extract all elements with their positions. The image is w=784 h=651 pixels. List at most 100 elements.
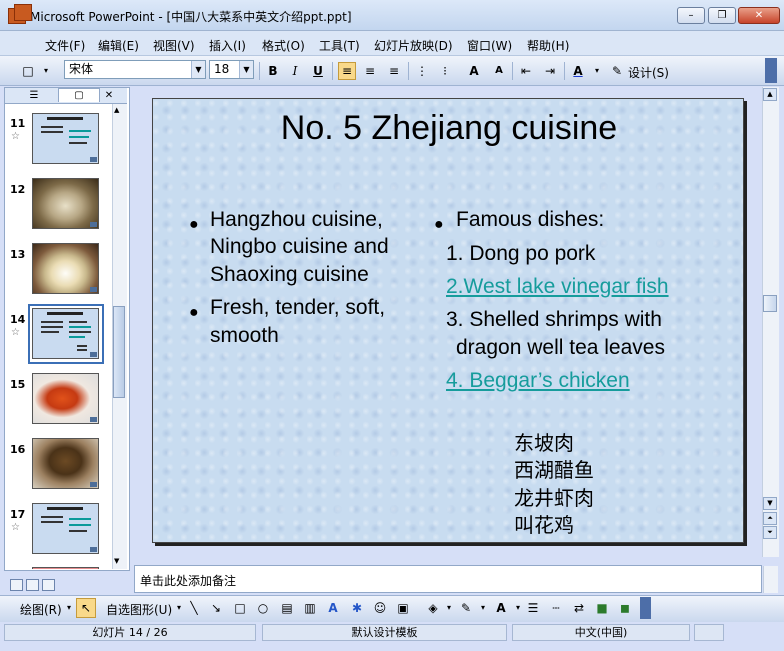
menu-insert[interactable]: 插入(I)	[209, 37, 246, 54]
font-color-icon[interactable]: A	[570, 63, 586, 79]
menu-edit[interactable]: 编辑(E)	[98, 37, 139, 54]
document-icon[interactable]	[14, 4, 32, 21]
new-document-icon[interactable]: □	[20, 63, 36, 79]
bullet-text-line[interactable]: Shaoxing cuisine	[210, 261, 369, 288]
slide-title[interactable]: No. 5 Zhejiang cuisine	[153, 109, 745, 148]
slide-thumbnail-18[interactable]	[32, 567, 99, 569]
slides-panel-scroll-thumb[interactable]	[113, 306, 125, 398]
chevron-down-icon[interactable]: ▾	[510, 600, 526, 616]
rectangle-tool-icon[interactable]: □	[232, 600, 248, 616]
dish-item[interactable]: 1. Dong po pork	[446, 240, 595, 267]
toolbar-options-icon[interactable]: ▾	[38, 63, 54, 79]
align-right-icon[interactable]: ≡	[386, 63, 402, 79]
align-center-icon[interactable]: ≡	[362, 63, 378, 79]
slide-thumbnail-12[interactable]	[32, 178, 99, 229]
design-icon[interactable]: ✎	[609, 63, 625, 79]
design-button-label[interactable]: 设计(S)	[628, 64, 669, 81]
underline-button[interactable]: U	[310, 63, 326, 79]
arrow-tool-icon[interactable]: ↘	[208, 600, 224, 616]
bullet-text-line[interactable]: Hangzhou cuisine,	[210, 206, 383, 233]
increase-font-size-icon[interactable]: A	[466, 63, 482, 79]
previous-slide-icon[interactable]: ⏶	[763, 512, 777, 525]
scroll-down-icon[interactable]: ▼	[114, 557, 119, 565]
diagram-icon[interactable]: ✱	[349, 600, 365, 616]
font-name-combo[interactable]: 宋体 ▼	[64, 60, 206, 79]
fill-color-icon[interactable]: ◈	[425, 600, 441, 616]
bullet-text-line[interactable]: Ningbo cuisine and	[210, 233, 389, 260]
notes-placeholder[interactable]: 单击此处添加备注	[140, 572, 236, 589]
slide-thumbnail-15[interactable]	[32, 373, 99, 424]
scroll-up-icon[interactable]: ▲	[114, 106, 119, 114]
decrease-font-size-icon[interactable]: A	[491, 63, 507, 79]
clip-art-icon[interactable]: ☺	[372, 600, 388, 616]
restore-button[interactable]: ❐	[708, 7, 736, 24]
3d-style-icon[interactable]: ◼	[617, 600, 633, 616]
slide-thumbnail-16[interactable]	[32, 438, 99, 489]
shadow-style-icon[interactable]: ■	[594, 600, 610, 616]
arrow-style-icon[interactable]: ⇄	[571, 600, 587, 616]
chinese-dish-name[interactable]: 龙井虾肉	[514, 485, 594, 512]
oval-tool-icon[interactable]: ○	[255, 600, 271, 616]
chevron-down-icon[interactable]: ▼	[239, 61, 253, 78]
notes-scrollbar[interactable]	[763, 566, 778, 593]
slide-thumbnail-13[interactable]	[32, 243, 99, 294]
font-color-icon[interactable]: A	[493, 600, 509, 616]
toolbar-overflow-button[interactable]	[640, 597, 651, 619]
dish-item-continuation[interactable]: dragon well tea leaves	[456, 334, 665, 361]
chevron-down-icon[interactable]: ▾	[589, 63, 605, 79]
increase-indent-icon[interactable]: ⇥	[542, 63, 558, 79]
numbering-icon[interactable]: ⋮	[414, 63, 430, 79]
chinese-dish-name[interactable]: 东坡肉	[514, 430, 574, 457]
slide-sorter-view-icon[interactable]	[26, 579, 39, 591]
menu-slideshow[interactable]: 幻灯片放映(D)	[374, 37, 453, 54]
font-size-combo[interactable]: 18 ▼	[209, 60, 254, 79]
vertical-text-box-icon[interactable]: ▥	[302, 600, 318, 616]
current-slide[interactable]: No. 5 Zhejiang cuisine ● Hangzhou cuisin…	[152, 98, 744, 543]
chinese-dish-name[interactable]: 西湖醋鱼	[514, 457, 594, 484]
menu-window[interactable]: 窗口(W)	[467, 37, 512, 54]
slide-thumbnail-14[interactable]	[32, 308, 99, 359]
dish-item[interactable]: 3. Shelled shrimps with	[446, 306, 662, 333]
menu-help[interactable]: 帮助(H)	[527, 37, 569, 54]
close-button[interactable]: ✕	[738, 7, 780, 24]
slide-thumbnail-11[interactable]	[32, 113, 99, 164]
next-slide-icon[interactable]: ⏷	[763, 526, 777, 539]
select-objects-icon[interactable]: ↖	[76, 598, 96, 618]
line-style-icon[interactable]: ☰	[525, 600, 541, 616]
insert-picture-icon[interactable]: ▣	[395, 600, 411, 616]
autoshapes-menu-button[interactable]: 自选图形(U)	[106, 601, 172, 618]
line-tool-icon[interactable]: ╲	[186, 600, 202, 616]
bullets-icon[interactable]: ⁝	[437, 63, 453, 79]
text-box-icon[interactable]: ▤	[279, 600, 295, 616]
dish-hyperlink[interactable]: 4. Beggar’s chicken	[446, 367, 630, 394]
menu-tools[interactable]: 工具(T)	[319, 37, 360, 54]
bold-button[interactable]: B	[265, 63, 281, 79]
decrease-indent-icon[interactable]: ⇤	[518, 63, 534, 79]
scroll-up-icon[interactable]: ▲	[763, 88, 777, 101]
chevron-down-icon[interactable]: ▼	[191, 61, 205, 78]
draw-menu-button[interactable]: 绘图(R)	[20, 601, 62, 618]
menu-format[interactable]: 格式(O)	[262, 37, 305, 54]
famous-dishes-heading[interactable]: Famous dishes:	[456, 206, 604, 233]
slide-scroll-thumb[interactable]	[763, 295, 777, 312]
line-color-icon[interactable]: ✎	[458, 600, 474, 616]
chevron-down-icon[interactable]: ▾	[171, 600, 187, 616]
dash-style-icon[interactable]: ┄	[548, 600, 564, 616]
slide-scrollbar[interactable]	[762, 87, 779, 557]
normal-view-icon[interactable]	[10, 579, 23, 591]
scroll-down-icon[interactable]: ▼	[763, 497, 777, 510]
toolbar-overflow-button[interactable]	[765, 58, 777, 83]
minimize-button[interactable]: –	[677, 7, 705, 24]
align-left-icon[interactable]: ≡	[338, 62, 356, 80]
chevron-down-icon[interactable]: ▾	[441, 600, 457, 616]
slide-thumbnail-17[interactable]	[32, 503, 99, 554]
outline-tab[interactable]: ☰	[14, 89, 54, 102]
slideshow-view-icon[interactable]	[42, 579, 55, 591]
menu-file[interactable]: 文件(F)	[45, 37, 85, 54]
chinese-dish-name[interactable]: 叫花鸡	[514, 512, 574, 539]
dish-hyperlink[interactable]: 2.West lake vinegar fish	[446, 273, 669, 300]
chevron-down-icon[interactable]: ▾	[475, 600, 491, 616]
menu-view[interactable]: 视图(V)	[153, 37, 195, 54]
slides-tab[interactable]: ▢	[58, 88, 100, 102]
wordart-icon[interactable]: A	[325, 600, 341, 616]
